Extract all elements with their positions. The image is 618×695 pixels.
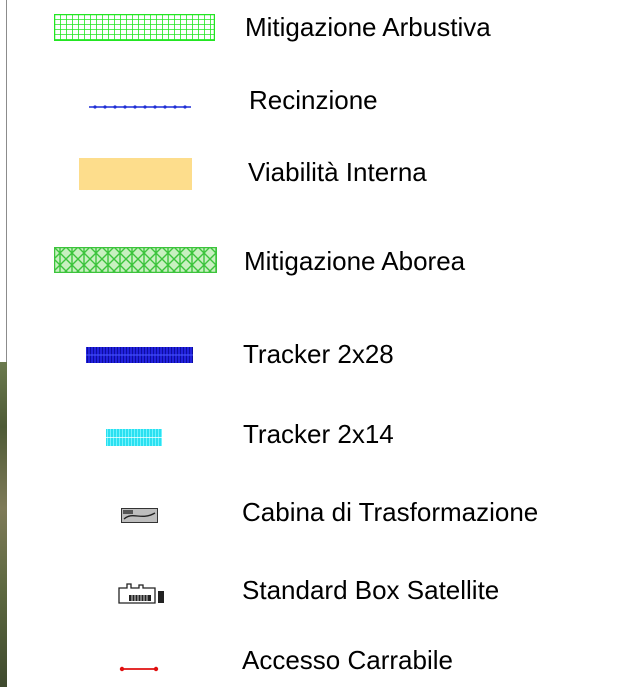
satellite-box-icon: [117, 582, 167, 604]
legend-item-viabilita-interna: Viabilità Interna: [0, 150, 618, 210]
blue-tracker-icon: [86, 347, 193, 363]
legend-label: Mitigazione Arbustiva: [245, 12, 491, 42]
legend-label: Cabina di Trasformazione: [242, 497, 539, 527]
red-access-line-icon: [119, 665, 159, 673]
legend-label: Tracker 2x28: [243, 339, 394, 369]
legend-item-standard-box-satellite: Standard Box Satellite: [0, 565, 618, 625]
legend-item-mitigazione-arbustiva: Mitigazione Arbustiva: [0, 0, 618, 60]
legend-item-mitigazione-aborea: Mitigazione Aborea: [0, 235, 618, 295]
map-legend: Mitigazione Arbustiva Recinzione Viabili…: [0, 0, 618, 687]
legend-label: Recinzione: [249, 85, 378, 115]
cyan-tracker-icon: [106, 429, 162, 446]
legend-label: Accesso Carrabile: [242, 645, 453, 675]
legend-item-accesso-carrabile: Accesso Carrabile: [0, 635, 618, 695]
legend-item-cabina-di-trasformazione: Cabina di Trasformazione: [0, 485, 618, 545]
legend-label: Viabilità Interna: [248, 157, 427, 187]
legend-item-tracker-2x28: Tracker 2x28: [0, 325, 618, 385]
tan-rectangle-icon: [79, 158, 192, 190]
legend-label: Tracker 2x14: [243, 419, 394, 449]
green-grid-hatch-icon: [54, 14, 215, 41]
legend-item-tracker-2x14: Tracker 2x14: [0, 405, 618, 465]
legend-label: Standard Box Satellite: [242, 575, 500, 605]
legend-item-recinzione: Recinzione: [0, 70, 618, 130]
blue-dotted-line-icon: [89, 102, 191, 112]
transformer-cabin-icon: [121, 508, 158, 523]
green-crosshatch-icon: [54, 247, 217, 273]
legend-label: Mitigazione Aborea: [244, 246, 466, 276]
